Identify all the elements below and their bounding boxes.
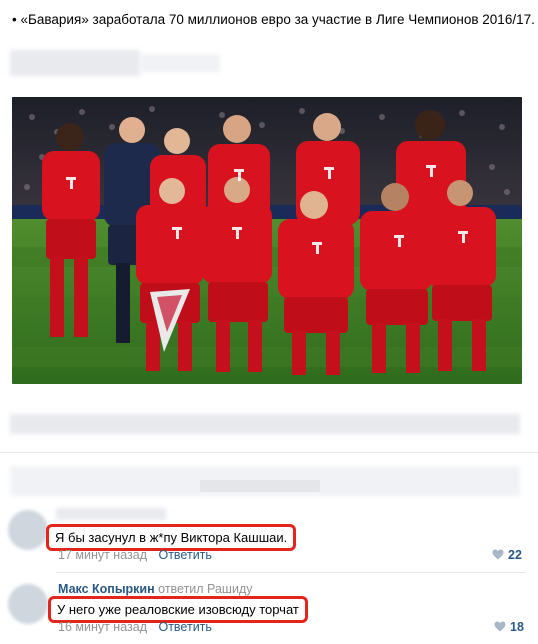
like-count: 22: [508, 548, 522, 562]
like-count: 18: [510, 620, 524, 634]
comment-text: Я бы засунул в ж*пу Виктора Кашшаи.: [55, 530, 288, 545]
comment-meta: 16 минут назад Ответить: [58, 620, 212, 634]
comment: Я бы засунул в ж*пу Виктора Кашшаи. 17 м…: [0, 500, 538, 570]
divider: [0, 452, 538, 453]
team-photo: [12, 97, 522, 384]
like-button[interactable]: 22: [492, 548, 522, 562]
heart-icon: [494, 621, 506, 632]
replied-to[interactable]: ответил Рашиду: [158, 582, 252, 596]
comment-time: 17 минут назад: [58, 548, 147, 562]
comment-meta: 17 минут назад Ответить: [58, 548, 212, 562]
comment-time: 16 минут назад: [58, 620, 147, 634]
redacted-chip: [200, 480, 320, 492]
like-button[interactable]: 18: [494, 620, 524, 634]
redacted-line: [140, 54, 220, 72]
heart-icon: [492, 549, 504, 560]
avatar[interactable]: [8, 510, 48, 550]
post-text: • «Бавария» заработала 70 миллионов евро…: [12, 12, 535, 27]
comment-text-highlight: Я бы засунул в ж*пу Виктора Кашшаи.: [46, 524, 297, 551]
post-photo[interactable]: [12, 97, 522, 384]
redacted-line: [10, 50, 140, 76]
comment: Макс Копыркин ответил Рашиду У него уже …: [0, 574, 538, 644]
redacted-actions: [10, 414, 520, 434]
comment-text-highlight: У него уже реаловские изовсюду торчат: [48, 596, 308, 623]
divider: [56, 572, 526, 573]
redacted-author: [56, 508, 166, 520]
reply-button[interactable]: Ответить: [158, 548, 211, 562]
post-title: «Бавария» заработала 70 миллионов евро з…: [20, 12, 535, 27]
comment-author[interactable]: Макс Копыркин ответил Рашиду: [58, 582, 252, 596]
avatar[interactable]: [8, 584, 48, 624]
comment-text: У него уже реаловские изовсюду торчат: [57, 602, 299, 617]
bullet: •: [12, 12, 17, 27]
author-name[interactable]: Макс Копыркин: [58, 582, 155, 596]
reply-button[interactable]: Ответить: [158, 620, 211, 634]
